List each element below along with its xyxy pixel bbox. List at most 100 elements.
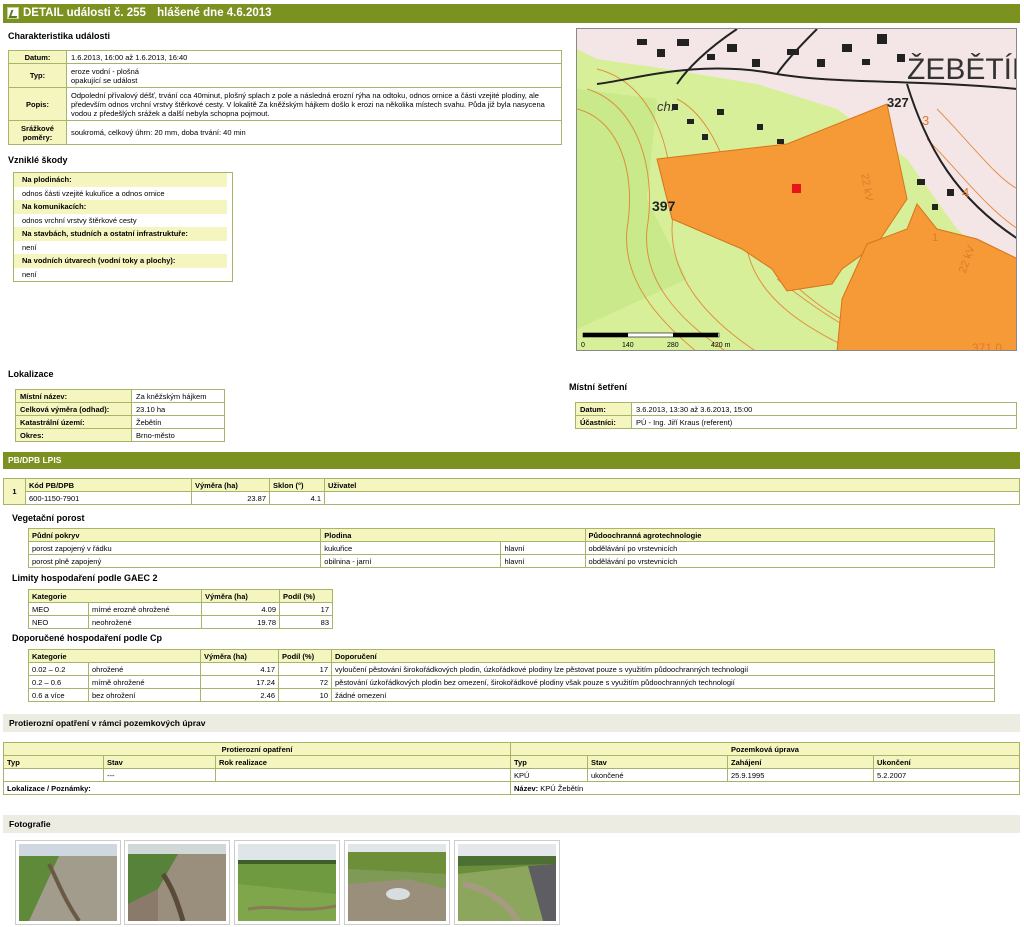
gaec-row1-area: 4.09 <box>201 602 280 616</box>
scale-0: 0 <box>581 342 585 349</box>
veg-row2-tech: obdělávání po vrstevnicích <box>584 554 996 568</box>
inspection-table: Datum: 3.6.2013, 13:30 až 3.6.2013, 15:00… <box>575 402 1017 429</box>
veg-row1-crop: kukuřice <box>320 541 502 555</box>
ml-type <box>3 768 104 782</box>
veg-row2-kind: hlavní <box>500 554 586 568</box>
measures-left-title: Protierozní opatření <box>3 742 511 756</box>
vegetation-heading: Vegetační porost <box>12 513 85 523</box>
map-label-371: 371.0 <box>972 341 1002 351</box>
photos-bar: Fotografie <box>3 815 1020 833</box>
loc-area-value: 23.10 ha <box>131 402 225 416</box>
veg-row1-tech: obdělávání po vrstevnicích <box>584 541 996 555</box>
veg-row2-cover: porost plně zapojený <box>27 554 322 568</box>
damage-water-label: Na vodních útvarech (vodní toky a plochy… <box>14 254 227 268</box>
cp-row3-share: 10 <box>278 688 332 702</box>
insp-people-value: PÚ - Ing. Jiří Kraus (referent) <box>631 415 1017 429</box>
cp-row3-range: 0.6 a více <box>28 688 89 702</box>
photo-thumb-3[interactable] <box>234 840 340 925</box>
map-label-397: 397 <box>652 198 676 214</box>
mr-start: 25.9.1995 <box>727 768 874 782</box>
gaec-h-category: Kategorie <box>28 589 202 603</box>
veg-h-crop: Plodina <box>320 528 586 542</box>
damage-roads-value: odnos vrchní vrstvy štěrkové cesty <box>22 215 137 225</box>
event-desc-label: Popis: <box>8 87 67 121</box>
road-edge-photo <box>458 844 556 921</box>
damage-buildings-label: Na stavbách, studních a ostatní infrastr… <box>14 227 227 241</box>
damage-roads-label: Na komunikacích: <box>14 200 227 214</box>
cp-row2-range: 0.2 – 0.6 <box>28 675 89 689</box>
ml-state: --- <box>103 768 216 782</box>
gaec-table: Kategorie Výměra (ha) Podíl (%) MEO mírn… <box>28 589 333 629</box>
lpis-area: 23.87 <box>191 491 270 505</box>
localization-heading: Lokalizace <box>8 369 54 379</box>
mr-h-start: Zahájení <box>727 755 874 769</box>
photo-thumb-1[interactable] <box>15 840 121 925</box>
mr-end: 5.2.2007 <box>873 768 1020 782</box>
lpis-slope: 4.1 <box>269 491 325 505</box>
cp-h-category: Kategorie <box>28 649 201 663</box>
veg-row1-cover: porost zapojený v řádku <box>27 541 322 555</box>
measures-name: Název: KPÚ Žebětín <box>510 781 1020 795</box>
scale-140: 140 <box>622 342 634 349</box>
cp-row3-name: bez ohrožení <box>88 688 201 702</box>
cp-heading: Doporučené hospodaření podle Cp <box>12 633 163 643</box>
damages-heading: Vzniklé škody <box>8 155 68 165</box>
lpis-h-code: Kód PB/DPB <box>25 478 192 492</box>
cp-h-share: Podíl (%) <box>278 649 332 663</box>
event-rain-label: Srážkové poměry: <box>8 120 67 145</box>
sediment-deposit-photo <box>348 844 446 921</box>
gaec-row2-name: neohrožené <box>88 615 202 629</box>
loc-cadastre-label: Katastrální území: <box>15 415 132 429</box>
gaec-row1-share: 17 <box>279 602 333 616</box>
localization-table: Místní název: Za kněžským hájkem Celková … <box>15 389 225 442</box>
cp-row3-rec: žádné omezení <box>331 688 995 702</box>
mr-state: ukončené <box>587 768 728 782</box>
lpis-h-slope: Sklon (°) <box>269 478 325 492</box>
cp-row1-rec: vyloučení pěstování širokořádkových plod… <box>331 662 995 676</box>
reported-date: hlášené dne 4.6.2013 <box>157 7 272 19</box>
gaec-row1-name: mírné erozně ohrožené <box>88 602 202 616</box>
cp-row2-area: 17.24 <box>200 675 279 689</box>
map-label-ch: ch. <box>657 99 674 114</box>
lpis-code[interactable]: 600-1150-7901 <box>25 491 192 505</box>
mr-h-state: Stav <box>587 755 728 769</box>
measures-name-value: KPÚ Žebětín <box>540 783 584 793</box>
topographic-map: ŽEBĚTÍN ch. 327 397 22 kV 22 kV 371.0 3 … <box>577 29 1016 351</box>
event-map[interactable]: ŽEBĚTÍN ch. 327 397 22 kV 22 kV 371.0 3 … <box>576 28 1017 351</box>
damage-crops-value: odnos části vzejité kukuřice a odnos orn… <box>22 188 165 198</box>
mr-type: KPÚ <box>510 768 588 782</box>
gaec-h-area: Výměra (ha) <box>201 589 280 603</box>
cp-row2-share: 72 <box>278 675 332 689</box>
event-date-label: Datum: <box>8 50 67 64</box>
veg-row1-kind: hlavní <box>500 541 586 555</box>
gaec-row2-code: NEO <box>28 615 89 629</box>
cp-row1-name: ohrožené <box>88 662 201 676</box>
damage-buildings-value: není <box>22 242 37 252</box>
event-heading: Charakteristika události <box>8 31 111 41</box>
map-label-327: 327 <box>887 95 909 110</box>
lpis-user <box>324 491 1020 505</box>
page-title-bar: DETAIL události č. 255 hlášené dne 4.6.2… <box>3 4 1020 23</box>
photo-thumb-5[interactable] <box>454 840 560 925</box>
cp-row2-rec: pěstování úzkořádkových plodin bez omeze… <box>331 675 995 689</box>
cp-table: Kategorie Výměra (ha) Podíl (%) Doporuče… <box>28 649 995 702</box>
damage-water-value: není <box>22 269 37 279</box>
photo-thumb-2[interactable] <box>124 840 230 925</box>
detail-icon <box>7 7 19 19</box>
vegetation-table: Půdní pokryv Plodina Půdoochranná agrote… <box>27 528 996 568</box>
scale-420: 420 m <box>711 342 731 349</box>
ml-h-type: Typ <box>3 755 104 769</box>
photo-thumb-4[interactable] <box>344 840 450 925</box>
lpis-h-user: Uživatel <box>324 478 1020 492</box>
measures-bar: Protierozní opatření v rámci pozemkových… <box>3 714 1020 732</box>
cp-row1-range: 0.02 – 0.2 <box>28 662 89 676</box>
measures-name-label: Název: <box>514 783 539 793</box>
event-desc-value: Odpolední přívalový déšť, trvání cca 40m… <box>66 87 562 121</box>
map-event-marker[interactable] <box>792 184 801 193</box>
gaec-row1-code: MEO <box>28 602 89 616</box>
loc-district-label: Okres: <box>15 428 132 442</box>
event-table: Datum: 1.6.2013, 16:00 až 1.6.2013, 16:4… <box>8 50 562 145</box>
event-rain-value: soukromá, celkový úhrn: 20 mm, doba trvá… <box>66 120 562 145</box>
mr-h-type: Typ <box>510 755 588 769</box>
veg-h-tech: Půdoochranná agrotechnologie <box>584 528 996 542</box>
